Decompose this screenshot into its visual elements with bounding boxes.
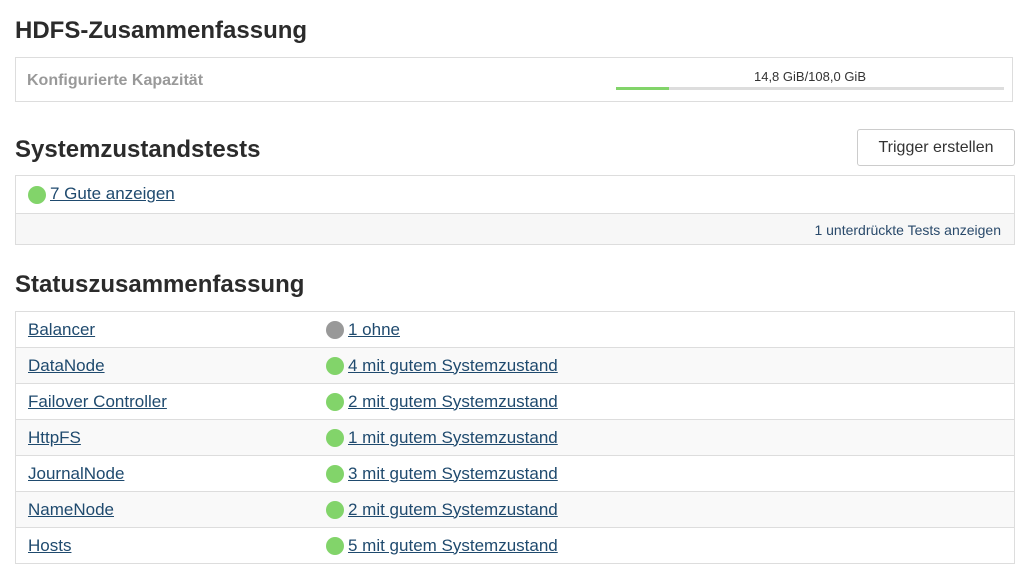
role-link-namenode[interactable]: NameNode [28,500,114,519]
show-good-tests-link[interactable]: 7 Gute anzeigen [50,184,175,203]
good-status-icon [326,501,344,520]
good-status-icon [326,393,344,412]
health-tests-footer: 1 unterdrückte Tests anzeigen [16,214,1014,244]
role-state-link-namenode[interactable]: 2 mit gutem Systemzustand [348,500,558,519]
create-trigger-button[interactable]: Trigger erstellen [857,129,1015,166]
role-link-hosts[interactable]: Hosts [28,536,71,555]
table-row: Hosts 5 mit gutem Systemzustand [15,527,1015,564]
capacity-progress-fill [616,87,670,90]
table-row: JournalNode 3 mit gutem Systemzustand [15,455,1015,492]
hdfs-status-page: HDFS-Zusammenfassung Konfigurierte Kapaz… [0,0,1030,572]
configured-capacity-label: Konfigurierte Kapazität [27,72,204,89]
show-suppressed-tests-link[interactable]: 1 unterdrückte Tests anzeigen [814,222,1001,238]
role-link-balancer[interactable]: Balancer [28,320,95,339]
role-state-link-failover-controller[interactable]: 2 mit gutem Systemzustand [348,392,558,411]
good-status-icon [326,465,344,484]
role-state-link-journalnode[interactable]: 3 mit gutem Systemzustand [348,464,558,483]
good-status-icon [326,429,344,448]
role-state-link-balancer[interactable]: 1 ohne [348,320,400,339]
table-row: HttpFS 1 mit gutem Systemzustand [15,419,1015,456]
role-link-journalnode[interactable]: JournalNode [28,464,124,483]
role-link-httpfs[interactable]: HttpFS [28,428,81,447]
health-tests-good-row: 7 Gute anzeigen [16,176,1014,214]
role-link-datanode[interactable]: DataNode [28,356,105,375]
table-row: Failover Controller 2 mit gutem Systemzu… [15,383,1015,420]
health-tests-title: Systemzustandstests [15,136,261,163]
good-status-icon [326,537,344,556]
role-state-link-hosts[interactable]: 5 mit gutem Systemzustand [348,536,558,555]
hdfs-summary-title: HDFS-Zusammenfassung [15,17,308,44]
capacity-progress-bar [616,87,1004,90]
good-status-icon [326,357,344,376]
table-row: NameNode 2 mit gutem Systemzustand [15,491,1015,528]
configured-capacity-panel: Konfigurierte Kapazität 14,8 GiB/108,0 G… [15,57,1013,102]
table-row: Balancer 1 ohne [15,311,1015,348]
health-tests-panel: 7 Gute anzeigen 1 unterdrückte Tests anz… [15,175,1015,245]
status-summary-table: Balancer 1 ohne DataNode 4 mit gutem Sys… [15,311,1015,564]
role-state-link-datanode[interactable]: 4 mit gutem Systemzustand [348,356,558,375]
table-row: DataNode 4 mit gutem Systemzustand [15,347,1015,384]
role-state-link-httpfs[interactable]: 1 mit gutem Systemzustand [348,428,558,447]
good-status-icon [28,185,46,204]
role-link-failover-controller[interactable]: Failover Controller [28,392,167,411]
status-summary-title: Statuszusammenfassung [15,271,305,298]
configured-capacity-value: 14,8 GiB/108,0 GiB [753,69,866,84]
none-status-icon [326,321,344,340]
